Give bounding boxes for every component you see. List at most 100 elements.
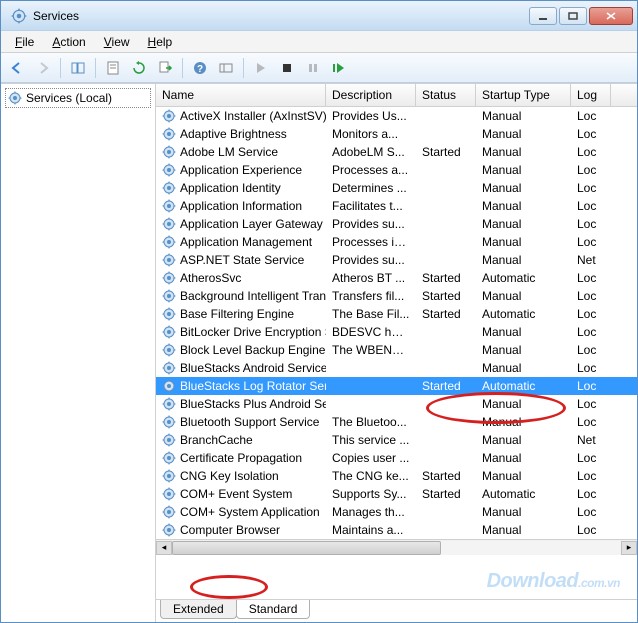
- service-name-cell: AtherosSvc: [156, 270, 326, 286]
- service-row[interactable]: BlueStacks Android ServiceManualLoc: [156, 359, 637, 377]
- service-startup: Manual: [476, 216, 571, 232]
- menu-view[interactable]: View: [96, 33, 138, 51]
- service-logon: Loc: [571, 378, 611, 394]
- service-icon: [162, 271, 176, 285]
- service-startup: Automatic: [476, 306, 571, 322]
- maximize-button[interactable]: [559, 7, 587, 25]
- service-desc: BDESVC hos...: [326, 324, 416, 340]
- service-row[interactable]: Computer BrowserMaintains a...ManualLoc: [156, 521, 637, 539]
- back-button[interactable]: [5, 56, 29, 80]
- menu-help[interactable]: Help: [140, 33, 181, 51]
- service-desc: Provides su...: [326, 252, 416, 268]
- service-row[interactable]: Bluetooth Support ServiceThe Bluetoo...M…: [156, 413, 637, 431]
- console-tree-button[interactable]: [214, 56, 238, 80]
- service-row[interactable]: Application Layer Gateway Ser...Provides…: [156, 215, 637, 233]
- service-row[interactable]: BranchCacheThis service ...ManualNet: [156, 431, 637, 449]
- service-desc: Processes in...: [326, 234, 416, 250]
- service-status: [416, 205, 476, 207]
- service-row[interactable]: Adobe LM ServiceAdobeLM S...StartedManua…: [156, 143, 637, 161]
- service-row[interactable]: ASP.NET State ServiceProvides su...Manua…: [156, 251, 637, 269]
- pause-service-button[interactable]: [301, 56, 325, 80]
- service-icon: [162, 397, 176, 411]
- service-row[interactable]: CNG Key IsolationThe CNG ke...StartedMan…: [156, 467, 637, 485]
- service-name: BlueStacks Plus Android Servi...: [180, 397, 326, 411]
- stop-service-button[interactable]: [275, 56, 299, 80]
- service-row[interactable]: Background Intelligent Transf...Transfer…: [156, 287, 637, 305]
- service-name-cell: Adobe LM Service: [156, 144, 326, 160]
- service-row[interactable]: COM+ System ApplicationManages th...Manu…: [156, 503, 637, 521]
- service-row[interactable]: AtherosSvcAtheros BT ...StartedAutomatic…: [156, 269, 637, 287]
- menu-file[interactable]: File: [7, 33, 42, 51]
- minimize-button[interactable]: [529, 7, 557, 25]
- scroll-right-icon[interactable]: ▸: [621, 541, 637, 555]
- service-startup: Manual: [476, 180, 571, 196]
- export-button[interactable]: [153, 56, 177, 80]
- service-row[interactable]: BlueStacks Plus Android Servi...ManualLo…: [156, 395, 637, 413]
- service-icon: [162, 217, 176, 231]
- service-status: [416, 457, 476, 459]
- service-name-cell: Base Filtering Engine: [156, 306, 326, 322]
- col-status[interactable]: Status: [416, 84, 476, 106]
- service-icon: [162, 487, 176, 501]
- service-startup: Automatic: [476, 486, 571, 502]
- service-row[interactable]: Block Level Backup Engine Ser...The WBEN…: [156, 341, 637, 359]
- show-hide-button[interactable]: [66, 56, 90, 80]
- menu-action[interactable]: Action: [44, 33, 93, 51]
- service-icon: [162, 181, 176, 195]
- service-name: Adobe LM Service: [180, 145, 278, 159]
- service-name-cell: BlueStacks Android Service: [156, 360, 326, 376]
- col-startup[interactable]: Startup Type: [476, 84, 571, 106]
- service-name: BlueStacks Log Rotator Service: [180, 379, 326, 393]
- menubar: File Action View Help: [1, 31, 637, 53]
- service-desc: Provides Us...: [326, 108, 416, 124]
- properties-button[interactable]: [101, 56, 125, 80]
- tab-standard[interactable]: Standard: [236, 600, 311, 619]
- service-name-cell: Block Level Backup Engine Ser...: [156, 342, 326, 358]
- close-button[interactable]: [589, 7, 633, 25]
- service-startup: Manual: [476, 108, 571, 124]
- service-row[interactable]: Certificate PropagationCopies user ...Ma…: [156, 449, 637, 467]
- service-desc: The CNG ke...: [326, 468, 416, 484]
- service-startup: Manual: [476, 324, 571, 340]
- tab-extended[interactable]: Extended: [160, 600, 237, 619]
- start-service-button[interactable]: [249, 56, 273, 80]
- horizontal-scrollbar[interactable]: ◂ ▸: [156, 539, 637, 555]
- service-logon: Loc: [571, 450, 611, 466]
- service-status: [416, 421, 476, 423]
- service-desc: Facilitates t...: [326, 198, 416, 214]
- view-tabs: Extended Standard: [156, 600, 637, 622]
- service-row[interactable]: Application ManagementProcesses in...Man…: [156, 233, 637, 251]
- forward-button[interactable]: [31, 56, 55, 80]
- service-status: [416, 223, 476, 225]
- refresh-button[interactable]: [127, 56, 151, 80]
- service-row[interactable]: ActiveX Installer (AxInstSV)Provides Us.…: [156, 107, 637, 125]
- services-list[interactable]: Name Description Status Startup Type Log…: [156, 84, 637, 600]
- service-icon: [162, 127, 176, 141]
- col-name[interactable]: Name: [156, 84, 326, 106]
- tree-pane[interactable]: Services (Local): [1, 84, 156, 622]
- window-title: Services: [33, 9, 529, 23]
- service-name: ActiveX Installer (AxInstSV): [180, 109, 326, 123]
- service-row[interactable]: Application IdentityDetermines ...Manual…: [156, 179, 637, 197]
- scroll-left-icon[interactable]: ◂: [156, 541, 172, 555]
- service-row[interactable]: Adaptive BrightnessMonitors a...ManualLo…: [156, 125, 637, 143]
- scroll-thumb[interactable]: [172, 541, 441, 555]
- service-row[interactable]: Base Filtering EngineThe Base Fil...Star…: [156, 305, 637, 323]
- service-name: BitLocker Drive Encryption Ser...: [180, 325, 326, 339]
- service-desc: The Base Fil...: [326, 306, 416, 322]
- col-logon[interactable]: Log: [571, 84, 611, 106]
- service-startup: Manual: [476, 522, 571, 538]
- col-description[interactable]: Description: [326, 84, 416, 106]
- restart-service-button[interactable]: [327, 56, 351, 80]
- service-name-cell: Certificate Propagation: [156, 450, 326, 466]
- help-button[interactable]: ?: [188, 56, 212, 80]
- service-row[interactable]: BitLocker Drive Encryption Ser...BDESVC …: [156, 323, 637, 341]
- tree-root[interactable]: Services (Local): [5, 88, 151, 108]
- service-row[interactable]: Application InformationFacilitates t...M…: [156, 197, 637, 215]
- service-row[interactable]: BlueStacks Log Rotator ServiceStartedAut…: [156, 377, 637, 395]
- service-logon: Loc: [571, 396, 611, 412]
- service-desc: [326, 367, 416, 369]
- titlebar[interactable]: Services: [1, 1, 637, 31]
- service-row[interactable]: COM+ Event SystemSupports Sy...StartedAu…: [156, 485, 637, 503]
- service-row[interactable]: Application ExperienceProcesses a...Manu…: [156, 161, 637, 179]
